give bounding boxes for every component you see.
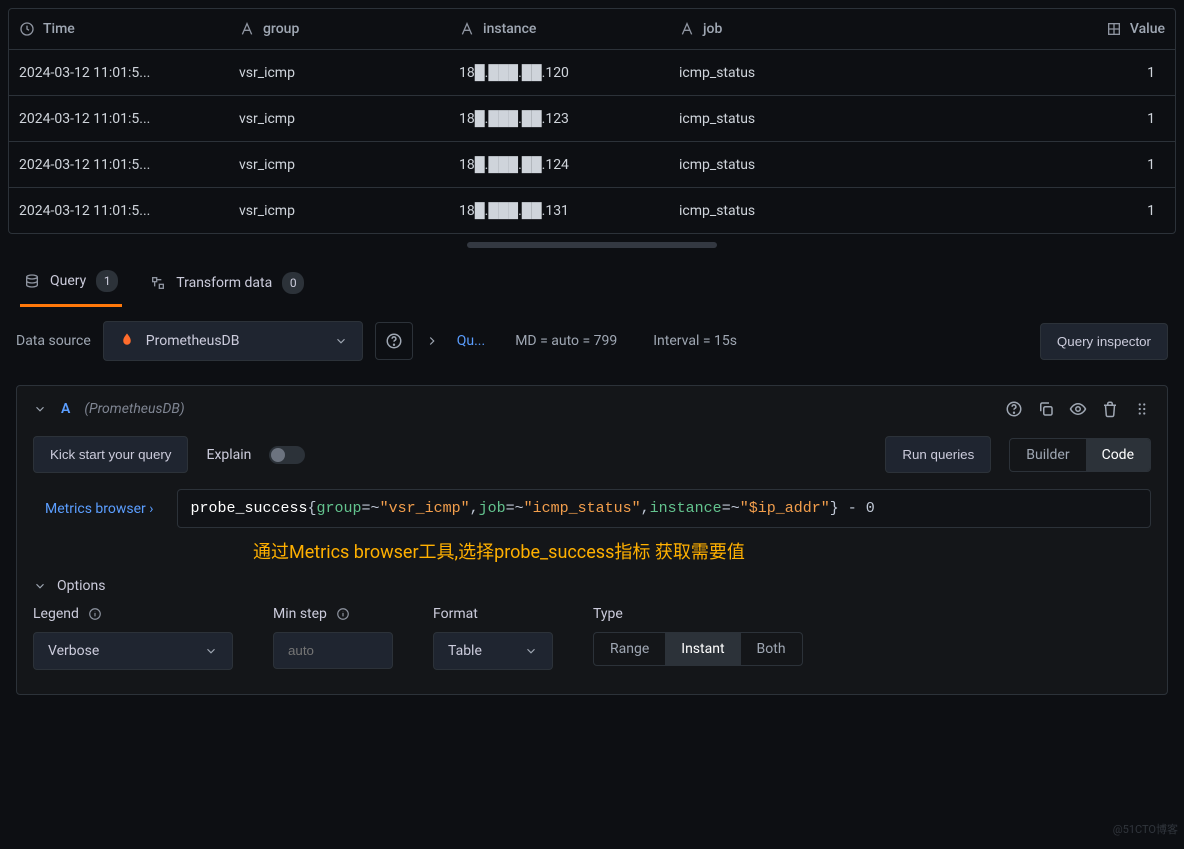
grid-icon <box>1106 21 1122 37</box>
tab-query-label: Query <box>50 273 86 289</box>
text-icon <box>679 21 695 37</box>
table-row[interactable]: 2024-03-12 11:01:5...vsr_icmp18█.███.██.… <box>9 188 1175 234</box>
watermark: @51CTO博客 <box>1113 821 1178 837</box>
legend-select[interactable]: Verbose <box>33 632 233 670</box>
explain-toggle[interactable] <box>269 446 305 464</box>
mode-builder[interactable]: Builder <box>1010 439 1085 471</box>
text-icon <box>239 21 255 37</box>
help-icon[interactable] <box>1005 400 1023 418</box>
type-switch: Range Instant Both <box>593 632 803 666</box>
eye-icon[interactable] <box>1069 400 1087 418</box>
minstep-input[interactable] <box>273 632 393 669</box>
database-icon <box>24 273 40 289</box>
md-info: MD = auto = 799 <box>503 333 629 349</box>
copy-icon[interactable] <box>1037 400 1055 418</box>
format-select[interactable]: Table <box>433 632 553 670</box>
metrics-browser-button[interactable]: Metrics browser › <box>33 491 165 527</box>
chevron-down-icon <box>334 334 348 348</box>
type-label: Type <box>593 606 803 622</box>
data-source-picker[interactable]: PrometheusDB <box>103 321 363 361</box>
tab-transform-label: Transform data <box>176 275 272 291</box>
chevron-right-icon: › <box>149 501 153 517</box>
query-inspector-button[interactable]: Query inspector <box>1040 323 1168 360</box>
info-icon[interactable] <box>87 606 103 622</box>
table-row[interactable]: 2024-03-12 11:01:5...vsr_icmp18█.███.██.… <box>9 50 1175 96</box>
prometheus-icon <box>118 332 136 350</box>
info-icon[interactable] <box>335 606 351 622</box>
kick-start-button[interactable]: Kick start your query <box>33 436 188 473</box>
help-button[interactable] <box>375 322 413 360</box>
explain-label: Explain <box>206 447 251 463</box>
chevron-down-icon[interactable] <box>33 402 47 416</box>
col-time[interactable]: Time <box>9 9 229 50</box>
query-ref-id[interactable]: A <box>61 401 70 417</box>
trash-icon[interactable] <box>1101 400 1119 418</box>
minstep-label: Min step <box>273 606 327 622</box>
interval-info: Interval = 15s <box>641 333 749 349</box>
query-options-link[interactable]: Qu... <box>451 333 491 349</box>
transform-icon <box>150 275 166 291</box>
hscrollbar[interactable] <box>467 242 717 248</box>
run-queries-button[interactable]: Run queries <box>885 436 991 473</box>
type-both[interactable]: Both <box>741 633 802 665</box>
mode-code[interactable]: Code <box>1086 439 1150 471</box>
query-row-A: A (PrometheusDB) Kick start your query E… <box>16 385 1168 695</box>
table-row[interactable]: 2024-03-12 11:01:5...vsr_icmp18█.███.██.… <box>9 96 1175 142</box>
query-ds-name: (PrometheusDB) <box>84 401 184 417</box>
query-expression-input[interactable]: probe_success{group=~"vsr_icmp",job=~"ic… <box>177 489 1151 528</box>
chevron-right-icon <box>425 334 439 348</box>
table-row[interactable]: 2024-03-12 11:01:5...vsr_icmp18█.███.██.… <box>9 142 1175 188</box>
options-toggle[interactable]: Options <box>33 578 1151 594</box>
results-table-panel: Time group instance job Value 2024-03-12… <box>8 8 1176 234</box>
col-job[interactable]: job <box>669 9 1055 50</box>
col-group[interactable]: group <box>229 9 449 50</box>
annotation-text: 通过Metrics browser工具,选择probe_success指标 获取… <box>253 538 1151 564</box>
tab-transform[interactable]: Transform data 0 <box>146 262 308 306</box>
editor-tabs: Query 1 Transform data 0 <box>0 248 1184 307</box>
transform-count-badge: 0 <box>282 272 304 294</box>
drag-icon[interactable] <box>1133 400 1151 418</box>
legend-label: Legend <box>33 606 79 622</box>
data-source-value: PrometheusDB <box>146 333 240 349</box>
chevron-down-icon <box>33 579 47 593</box>
type-range[interactable]: Range <box>594 633 665 665</box>
data-source-label: Data source <box>16 333 91 349</box>
query-toolbar: Data source PrometheusDB Qu... MD = auto… <box>0 307 1184 361</box>
results-table: Time group instance job Value 2024-03-12… <box>9 9 1175 233</box>
col-value[interactable]: Value <box>1055 9 1175 50</box>
chevron-down-icon <box>204 644 218 658</box>
mode-switch: Builder Code <box>1009 438 1151 472</box>
chevron-down-icon <box>524 644 538 658</box>
col-instance[interactable]: instance <box>449 9 669 50</box>
type-instant[interactable]: Instant <box>665 633 740 665</box>
format-label: Format <box>433 606 553 622</box>
text-icon <box>459 21 475 37</box>
query-count-badge: 1 <box>96 270 118 292</box>
clock-icon <box>19 21 35 37</box>
tab-query[interactable]: Query 1 <box>20 260 122 307</box>
